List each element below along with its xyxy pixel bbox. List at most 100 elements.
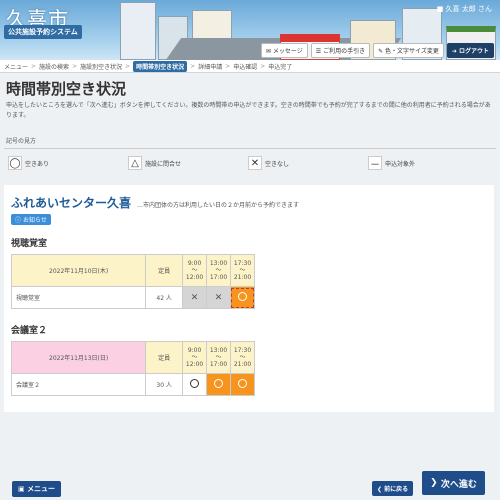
guide-label: ご利用の手引き [323, 48, 366, 55]
slot-sep: ～ [191, 267, 198, 274]
back-label: 前に戻る [384, 486, 409, 493]
page-title: 時間帯別空き状況 [6, 80, 127, 98]
circle-icon: ◯ [8, 156, 22, 170]
instructions-text: 申込をしたいところを選んで「次へ進む」ボタンを押してください。複数の時間帯の申込… [6, 102, 491, 119]
slot-start: 17:30 [233, 260, 252, 267]
chat-icon: ✉ [265, 48, 271, 55]
table-row: 会議室２ 30 人 [10, 373, 256, 396]
room-name-cell: 会議室２ [10, 373, 147, 396]
capacity-header: 定員 [145, 341, 184, 374]
site-header: 久喜市 公共施設予約システム ■ 久喜 太郎 さん ✉ メッセージ ☰ ご利用の… [0, 0, 500, 60]
next-button[interactable]: ❯ 次へ進む [422, 471, 485, 495]
triangle-icon: △ [128, 156, 142, 170]
breadcrumb-complete: 申込完了 [268, 63, 293, 71]
legend-label: 空きなし [265, 160, 290, 168]
slot-start: 17:30 [233, 347, 252, 354]
legend-label: 空きあり [25, 160, 50, 168]
legend-item-available: ◯ 空きあり [8, 156, 118, 170]
slot-start: 13:00 [209, 347, 228, 354]
circle-icon [237, 379, 247, 388]
notice-label: お知らせ [22, 217, 47, 224]
breadcrumb-menu[interactable]: メニュー [4, 62, 28, 71]
cross-icon: ✕ [248, 156, 262, 170]
user-name: ■ 久喜 太郎 さん [437, 4, 492, 14]
slot-end: 17:00 [209, 361, 228, 368]
slot-end: 12:00 [185, 274, 204, 281]
grid-icon: ▣ [18, 485, 25, 493]
slot-start: 9:00 [187, 260, 202, 267]
breadcrumb-separator: > [125, 62, 131, 70]
legend-label: 申込対象外 [385, 160, 416, 168]
breadcrumb-detail-application: 詳細申請 [198, 63, 223, 71]
info-icon: ⓘ [15, 217, 22, 224]
availability-table: 2022年11月10日(木) 定員 9:00 ～ 12:00 13:00 ～ 17:00… [10, 254, 256, 309]
breadcrumb-separator: > [225, 62, 231, 70]
facility-name: ふれあいセンター久喜 [11, 196, 132, 210]
breadcrumb: メニュー > 施設の検索 > 施設別空き状況 > 時間帯別空き状況 > 詳細申請 > 申込… [0, 60, 500, 73]
breadcrumb-separator: > [260, 62, 266, 70]
chevron-left-icon: ❮ [377, 486, 383, 493]
slot-cell-selected[interactable] [229, 286, 256, 309]
timeslot-header: 9:00 ～ 12:00 [182, 254, 208, 287]
slot-sep: ～ [215, 267, 222, 274]
facility-panel: ふれあいセンター久喜 …市内団体の方は利用したい日の２か月前から予約できます ⓘ… [4, 185, 494, 412]
user-name-text: 久喜 太郎 さん [445, 5, 492, 13]
breadcrumb-separator: > [190, 62, 196, 70]
capacity-cell: 42 人 [145, 286, 184, 309]
breadcrumb-separator: > [72, 62, 78, 70]
book-icon: ☰ [315, 48, 322, 55]
slot-sep: ～ [215, 354, 222, 361]
room-title: 視聴覚室 [11, 239, 48, 249]
breadcrumb-facility-availability[interactable]: 施設別空き状況 [80, 62, 122, 71]
breadcrumb-confirm: 申込確認 [233, 63, 258, 71]
slot-cell-selected[interactable] [206, 373, 231, 396]
slot-end: 12:00 [185, 361, 204, 368]
date-header: 2022年11月13日(日) [10, 341, 147, 374]
capacity-header: 定員 [145, 254, 184, 287]
slot-cell-unavailable: ✕ [182, 286, 208, 309]
slot-start: 13:00 [209, 260, 228, 267]
divider [4, 148, 496, 149]
legend-title: 記号の見方 [6, 138, 37, 145]
slot-start: 9:00 [187, 347, 202, 354]
slot-sep: ～ [239, 354, 246, 361]
logout-label: ログアウト [458, 48, 489, 55]
slot-sep: ～ [239, 267, 246, 274]
timeslot-header: 13:00 ～ 17:00 [206, 341, 231, 374]
room-name-cell: 視聴覚室 [10, 286, 147, 309]
chevron-right-icon: ❯ [430, 478, 438, 488]
system-name: 公共施設予約システム [4, 25, 82, 39]
pencil-icon: ✎ [378, 48, 384, 55]
availability-table: 2022年11月13日(日) 定員 9:00 ～ 12:00 13:00 ～ 17:00… [10, 341, 256, 396]
logout-icon: ➜ [451, 48, 457, 55]
capacity-cell: 30 人 [145, 373, 184, 396]
slot-cell-selected[interactable] [229, 373, 256, 396]
facility-header: ふれあいセンター久喜 …市内団体の方は利用したい日の２か月前から予約できます [11, 194, 299, 211]
menu-button[interactable]: ▣ メニュー [12, 481, 62, 497]
logout-button[interactable]: ➜ ログアウト [446, 43, 494, 58]
slot-cell-available[interactable] [182, 373, 208, 396]
text-size-button[interactable]: ✎ 色・文字サイズ変更 [373, 43, 444, 58]
guide-button[interactable]: ☰ ご利用の手引き [310, 43, 371, 58]
notice-button[interactable]: ⓘ お知らせ [11, 214, 51, 225]
next-label: 次へ進む [440, 479, 477, 490]
timeslot-header: 17:30 ～ 21:00 [229, 254, 256, 287]
back-button[interactable]: ❮ 前に戻る [372, 481, 414, 496]
breadcrumb-separator: > [31, 62, 37, 70]
breadcrumb-current-step: 時間帯別空き状況 [133, 60, 188, 72]
facility-note: …市内団体の方は利用したい日の２か月前から予約できます [137, 202, 300, 209]
breadcrumb-facility-search[interactable]: 施設の検索 [39, 62, 69, 71]
table-header-row: 2022年11月10日(木) 定員 9:00 ～ 12:00 13:00 ～ 17:00… [10, 254, 256, 287]
timeslot-header: 9:00 ～ 12:00 [182, 341, 208, 374]
slot-end: 21:00 [233, 361, 252, 368]
circle-icon [214, 379, 223, 388]
slot-end: 17:00 [209, 274, 228, 281]
table-header-row: 2022年11月13日(日) 定員 9:00 ～ 12:00 13:00 ～ 17:00… [10, 341, 256, 374]
header-buttons: ✉ メッセージ ☰ ご利用の手引き ✎ 色・文字サイズ変更 ➜ ログアウト [260, 43, 494, 58]
timeslot-header: 17:30 ～ 21:00 [229, 341, 256, 374]
message-button[interactable]: ✉ メッセージ [260, 43, 308, 58]
table-row: 視聴覚室 42 人 ✕ ✕ [10, 286, 256, 309]
slot-sep: ～ [191, 354, 198, 361]
legend-label: 施設に問合せ [145, 160, 182, 168]
circle-icon [190, 379, 200, 388]
